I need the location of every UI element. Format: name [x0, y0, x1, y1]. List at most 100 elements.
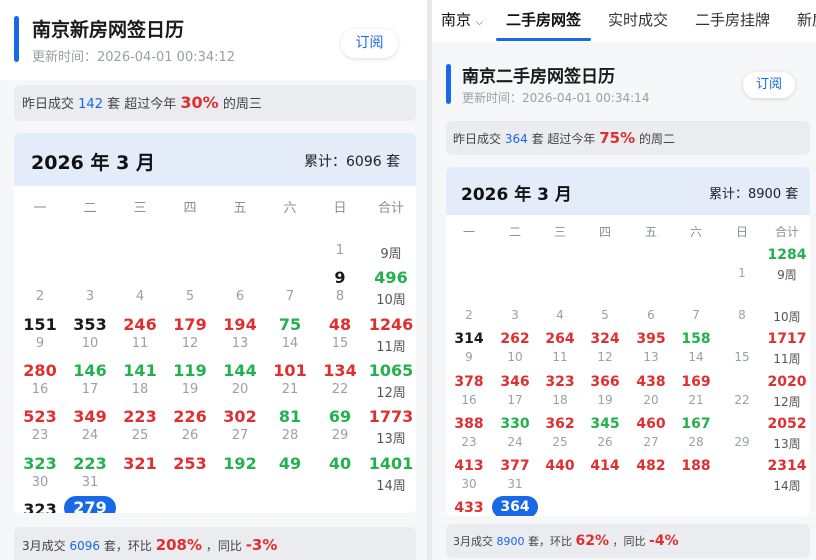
info-prefix: 昨日成交	[453, 132, 502, 146]
tab-bar: 南京 ⌵ 二手房网签 实时成交 二手房挂牌 新房	[432, 0, 816, 42]
week-total-cell: 1065 12周	[365, 359, 416, 405]
week-number: 14周	[376, 478, 406, 494]
week-total-cell: 10周	[764, 287, 810, 329]
calendar-day-cell: 262 10	[493, 329, 537, 371]
calendar-day-cell: 460 27	[629, 414, 673, 456]
tab-realtime-deals[interactable]: 实时成交	[608, 9, 668, 30]
weekday-header: 三	[553, 225, 566, 239]
calendar-day-cell: 223 25	[115, 405, 165, 451]
week-number: 13周	[376, 432, 406, 448]
calendar-day-cell: 22	[720, 372, 764, 414]
info-mid: 套 超过今年	[531, 132, 596, 146]
weekday-header: 二	[508, 225, 521, 239]
calendar-day-cell: 48 15	[315, 313, 365, 359]
week-total-cell: 1401 14周	[365, 452, 416, 498]
calendar-day-cell: 4	[538, 287, 582, 329]
day-number: 22	[734, 392, 750, 407]
year-over-year: -4%	[649, 533, 679, 549]
calendar-day-cell: 1	[315, 220, 365, 266]
daily-deal-count: 414	[590, 458, 620, 474]
day-number: 5	[601, 308, 609, 323]
subscribe-button[interactable]: 订阅	[743, 72, 795, 98]
calendar-day-cell: 378 16	[447, 372, 491, 414]
day-number: 18	[131, 381, 149, 397]
update-time: 更新时间：2026-04-01 00:34:14	[462, 91, 650, 105]
today-badge[interactable]: 279	[64, 495, 116, 513]
calendar-day-cell: 413 30	[447, 456, 491, 498]
calendar-day-cell: 366 19	[583, 372, 627, 414]
daily-deal-count: 345	[590, 415, 620, 432]
day-number: 30	[31, 474, 49, 490]
day-number: 11	[131, 335, 149, 351]
day-number: 9	[465, 350, 473, 365]
calendar-day-cell: 179 12	[165, 313, 215, 359]
daily-deal-count: 378	[454, 373, 484, 390]
summary-mid1: 套，环比	[103, 539, 152, 553]
city-selector[interactable]: 南京 ⌵	[441, 9, 483, 30]
weekday-header: 一	[462, 225, 475, 239]
day-number: 29	[734, 434, 750, 449]
day-number: 3	[511, 308, 519, 323]
day-number: 20	[643, 392, 659, 407]
calendar-day-cell: 346 17	[493, 372, 537, 414]
calendar-day-cell: 101 21	[265, 359, 315, 405]
day-number: 14	[688, 350, 704, 365]
weekday-header: 六	[283, 201, 297, 216]
day-number: 14	[281, 335, 299, 351]
month-total: 6096	[69, 539, 101, 553]
week-total-cell: 9周	[365, 220, 416, 266]
day-number: 17	[81, 381, 99, 397]
subscribe-button[interactable]: 订阅	[341, 29, 398, 58]
yesterday-count: 364	[504, 132, 528, 146]
daily-deal-count: 280	[23, 360, 57, 380]
calendar: 2026 年 3 月 累计：6096 套 一二三四五六日合计 1 9周 2 3 4 5 6 7 9…	[14, 133, 416, 513]
calendar-day-cell: 194 13	[215, 313, 265, 359]
weekday-header: 合计	[377, 201, 404, 216]
calendar-day-cell: 377 31	[493, 456, 537, 498]
info-suffix: 的周二	[638, 132, 675, 146]
day-number: 13	[643, 350, 659, 365]
weekday-header: 三	[133, 201, 147, 216]
day-number: 18	[552, 392, 568, 407]
daily-deal-count: 158	[681, 331, 711, 348]
chevron-down-icon: ⌵	[475, 17, 484, 28]
year-over-year: -3%	[245, 536, 278, 554]
week-number: 12周	[773, 394, 801, 409]
second-hand-title-card: 南京二手房网签日历 更新时间：2026-04-01 00:34:14 订阅	[432, 48, 816, 114]
tab-new-house[interactable]: 新房	[797, 9, 816, 30]
info-suffix: 的周三	[222, 97, 262, 112]
page-title: 南京二手房网签日历	[462, 67, 615, 87]
month-summary-bar: 3月成交 6096 套，环比 208% ，同比 -3%	[14, 527, 416, 560]
calendar-day-cell: 395 13	[629, 329, 673, 371]
tab-second-hand-signing[interactable]: 二手房网签	[506, 9, 581, 30]
day-number: 11	[552, 350, 568, 365]
month-title: 2026 年 3 月	[31, 152, 155, 174]
daily-deal-count: 151	[23, 314, 57, 334]
day-number: 1	[335, 243, 345, 258]
calendar-day-cell: 349 24	[65, 405, 115, 451]
tab-second-hand-listings[interactable]: 二手房挂牌	[695, 9, 770, 30]
daily-deal-count: 264	[545, 331, 575, 348]
day-number: 16	[31, 381, 49, 397]
new-house-title-card: 南京新房网签日历 更新时间：2026-04-01 00:34:12 订阅	[0, 0, 427, 80]
day-number: 20	[231, 381, 249, 397]
calendar-day-cell: 141 18	[115, 359, 165, 405]
month-over-month: 208%	[155, 536, 203, 554]
day-number: 4	[556, 308, 564, 323]
day-number: 27	[231, 428, 249, 444]
day-number: 17	[507, 392, 523, 407]
calendar-day-cell: 151 9	[15, 313, 65, 359]
daily-deal-count: 323	[23, 499, 57, 513]
week-total-value: 1717	[767, 331, 807, 348]
calendar-day-cell: 302 27	[215, 405, 265, 451]
week-total-value: 2020	[767, 373, 807, 390]
today-badge[interactable]: 364	[492, 496, 538, 516]
daily-deal-count: 433	[454, 500, 484, 516]
daily-deal-count: 167	[681, 415, 711, 432]
calendar-day-cell: 414	[583, 456, 627, 498]
calendar-day-cell: 5	[583, 287, 627, 329]
day-number: 8	[335, 289, 345, 305]
day-number: 6	[235, 289, 245, 305]
daily-deal-count: 192	[223, 453, 257, 473]
daily-deal-count: 323	[23, 453, 57, 473]
